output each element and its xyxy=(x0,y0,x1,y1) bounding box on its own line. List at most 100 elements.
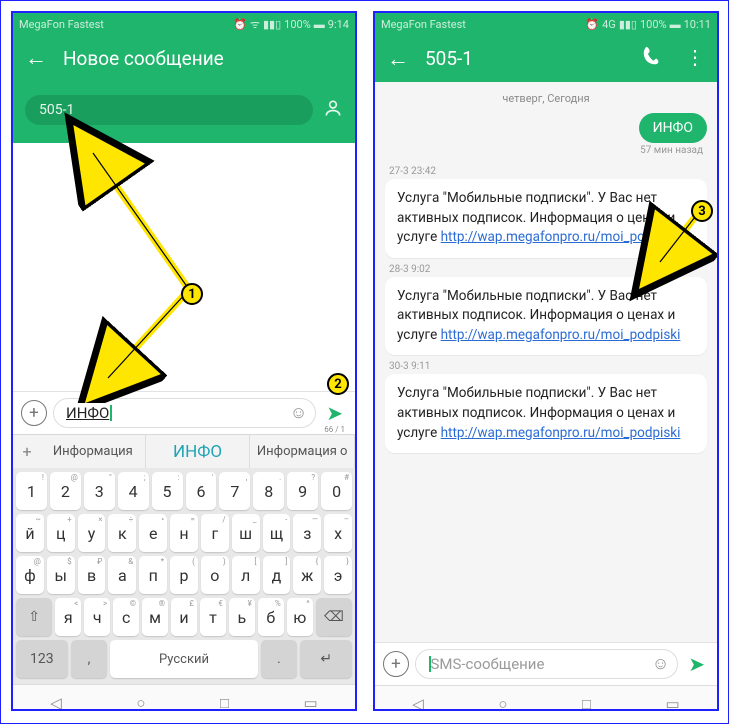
key-123[interactable]: 123 xyxy=(16,640,68,678)
key-ы[interactable]: $ы xyxy=(47,556,75,594)
battery-icon: ▬ xyxy=(314,18,325,31)
key-й[interactable]: ~й xyxy=(16,514,44,552)
key-я[interactable]: <я xyxy=(55,598,81,636)
key-enter[interactable]: ↵ xyxy=(300,640,352,678)
incoming-bubble[interactable]: Услуга "Мобильные подписки". У Вас нет а… xyxy=(385,374,707,453)
send-button[interactable]: ➤ xyxy=(684,652,709,676)
key-shift[interactable]: ⇧ xyxy=(16,598,52,636)
nav-extra-icon[interactable]: ▭ xyxy=(304,694,318,712)
key-dot[interactable]: . xyxy=(261,640,298,678)
key-у[interactable]: ×у xyxy=(78,514,106,552)
message-link[interactable]: http://wap.megafonpro.ru/moi_podpiski xyxy=(441,327,681,343)
key-с[interactable]: ©с xyxy=(113,598,139,636)
key-8[interactable]: .8 xyxy=(253,472,284,510)
key-х[interactable]: –х xyxy=(324,514,352,552)
key-е[interactable]: •е xyxy=(139,514,167,552)
key-т[interactable]: €т xyxy=(200,598,226,636)
key-6[interactable]: '6 xyxy=(186,472,217,510)
outgoing-bubble[interactable]: ИНФО xyxy=(639,113,707,143)
key-space[interactable]: Русский xyxy=(110,640,257,678)
key-в[interactable]: ₽в xyxy=(78,556,106,594)
nav-back-icon[interactable]: ◁ xyxy=(412,695,424,712)
nav-recent-icon[interactable]: □ xyxy=(220,694,229,712)
message-link[interactable]: http://wap.megafonpro.ru/moi_podpiski xyxy=(441,229,681,245)
key-ж[interactable]: {ж xyxy=(293,556,321,594)
key-р[interactable]: (р xyxy=(170,556,198,594)
more-icon[interactable]: ⋮ xyxy=(685,45,705,72)
key-9[interactable]: ?9 xyxy=(287,472,318,510)
battery-pct: 100% xyxy=(284,18,311,31)
status-bar: MegaFon Fastest ⏰ 4G ▮▮▯ 100% ▬ 10:11 xyxy=(375,13,717,35)
key-4[interactable]: ;4 xyxy=(118,472,149,510)
key-3[interactable]: "3 xyxy=(84,472,115,510)
suggestion-1[interactable]: Информация xyxy=(41,435,146,468)
message-input[interactable]: ИНФО ☺ xyxy=(53,398,316,428)
call-icon[interactable] xyxy=(641,45,663,72)
key-ч[interactable]: >ч xyxy=(84,598,110,636)
key-э[interactable]: }э xyxy=(324,556,352,594)
key-о[interactable]: )о xyxy=(201,556,229,594)
chat-body[interactable]: четверг, Сегодня ИНФО 57 мин назад 27-3 … xyxy=(375,82,717,642)
key-н[interactable]: =н xyxy=(170,514,198,552)
key-comma[interactable]: , xyxy=(71,640,108,678)
compose-body: 1 xyxy=(13,143,355,391)
key-2[interactable]: @2 xyxy=(50,472,81,510)
back-icon[interactable]: ← xyxy=(387,46,409,72)
contact-title: 505-1 xyxy=(425,47,625,70)
incoming-bubble[interactable]: Услуга "Мобильные подписки". У Вас нет а… xyxy=(385,277,707,356)
key-г[interactable]: /г xyxy=(201,514,229,552)
conversation-header: ← 505-1 ⋮ xyxy=(375,35,717,82)
key-ь[interactable]: ¥ь xyxy=(229,598,255,636)
key-л[interactable]: [л xyxy=(232,556,260,594)
text-cursor xyxy=(110,405,112,421)
key-д[interactable]: ]д xyxy=(263,556,291,594)
page-title: Новое сообщение xyxy=(63,47,343,70)
message-input[interactable]: SMS-сообщение ☺ xyxy=(415,649,678,679)
key-м[interactable]: ®м xyxy=(142,598,168,636)
clock: 9:14 xyxy=(328,18,349,31)
suggestion-bar: + Информация ИНФО Информация о xyxy=(13,434,355,468)
clock: 10:11 xyxy=(684,18,711,31)
key-5[interactable]: :5 xyxy=(152,472,183,510)
key-ю[interactable]: ^ю xyxy=(287,598,313,636)
incoming-bubble[interactable]: Услуга "Мобильные подписки". У Вас нет а… xyxy=(385,179,707,258)
suggestion-2[interactable]: ИНФО xyxy=(146,435,251,468)
back-icon[interactable]: ← xyxy=(25,45,47,71)
incoming-time: 27-3 23:42 xyxy=(389,166,707,177)
key-0[interactable]: #0 xyxy=(321,472,352,510)
key-ф[interactable]: @ф xyxy=(16,556,44,594)
key-а[interactable]: &а xyxy=(108,556,136,594)
suggestion-plus[interactable]: + xyxy=(13,435,41,468)
alarm-icon: ⏰ xyxy=(585,18,599,31)
key-п[interactable]: *п xyxy=(139,556,167,594)
attach-button[interactable]: + xyxy=(21,400,47,426)
nav-home-icon[interactable]: ○ xyxy=(136,694,145,712)
nav-home-icon[interactable]: ○ xyxy=(498,695,507,712)
key-б[interactable]: %б xyxy=(258,598,284,636)
nav-back-icon[interactable]: ◁ xyxy=(50,694,62,712)
key-к[interactable]: ÷к xyxy=(108,514,136,552)
key-з[interactable]: —з xyxy=(293,514,321,552)
key-1[interactable]: !1 xyxy=(16,472,47,510)
key-и[interactable]: £и xyxy=(171,598,197,636)
add-contact-icon[interactable] xyxy=(323,98,343,123)
battery-pct: 100% xyxy=(640,18,667,31)
key-backspace[interactable]: ⌫ xyxy=(316,598,352,636)
nav-extra-icon[interactable]: ▭ xyxy=(666,695,680,712)
message-link[interactable]: http://wap.megafonpro.ru/moi_podpiski xyxy=(441,425,681,441)
recipient-chip[interactable]: 505-1 xyxy=(25,95,313,125)
nav-recent-icon[interactable]: □ xyxy=(582,695,591,712)
incoming-time: 28-3 9:02 xyxy=(389,264,707,275)
key-щ[interactable]: -щ xyxy=(263,514,291,552)
status-bar: MegaFon Fastest ⏰ ᯤ ▮▮▯ 100% ▬ 9:14 xyxy=(13,13,355,35)
key-ш[interactable]: _ш xyxy=(232,514,260,552)
key-7[interactable]: ,7 xyxy=(219,472,250,510)
compose-header: ← Новое сообщение 505-1 xyxy=(13,35,355,143)
attach-button[interactable]: + xyxy=(383,651,409,677)
key-ц[interactable]: +ц xyxy=(47,514,75,552)
battery-icon: ▬ xyxy=(670,18,681,31)
emoji-icon[interactable]: ☺ xyxy=(290,403,307,423)
suggestion-3[interactable]: Информация о xyxy=(250,435,355,468)
send-button[interactable]: ➤ xyxy=(322,401,347,425)
emoji-icon[interactable]: ☺ xyxy=(652,654,669,674)
